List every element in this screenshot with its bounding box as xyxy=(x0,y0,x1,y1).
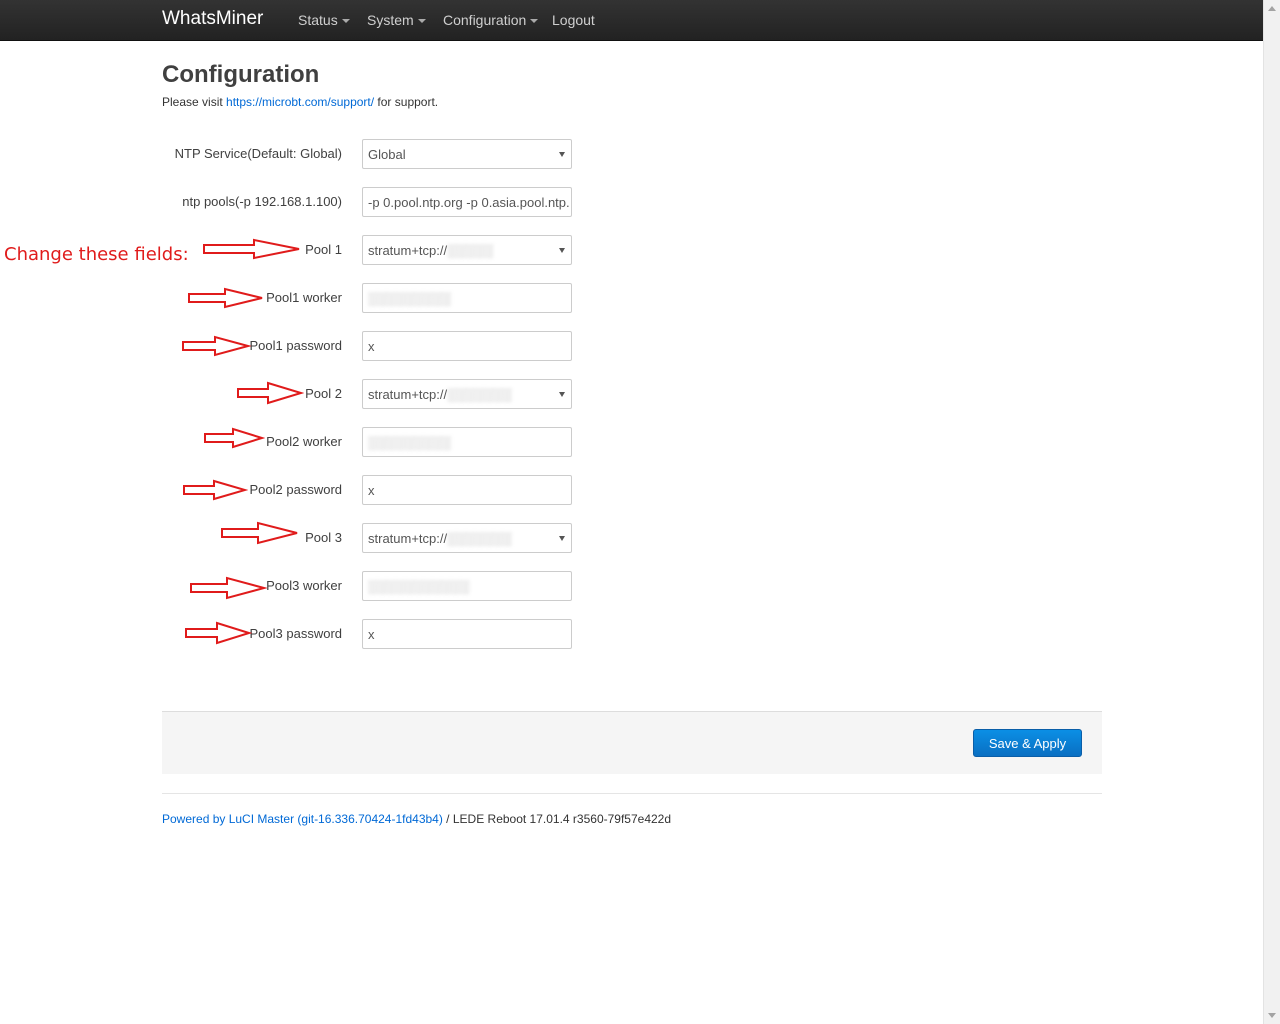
pool1-password-label: Pool1 password xyxy=(249,338,343,353)
pool1-worker-redacted: ░░░░░░░░░ xyxy=(368,291,451,306)
footer: Powered by LuCI Master (git-16.336.70424… xyxy=(162,812,671,826)
support-prefix: Please visit xyxy=(162,95,227,109)
pool1-password-input[interactable]: x xyxy=(362,331,572,361)
scroll-down-icon[interactable] xyxy=(1268,1013,1276,1018)
pool3-redacted: ░░░░░░░ xyxy=(447,531,512,546)
annotation-arrow-icon xyxy=(188,287,263,309)
page-scrollbar[interactable] xyxy=(1263,0,1280,1024)
pool2-redacted: ░░░░░░░ xyxy=(447,387,512,402)
save-apply-button[interactable]: Save & Apply xyxy=(973,729,1082,757)
pool2-worker-label: Pool2 worker xyxy=(266,434,342,449)
nav-configuration[interactable]: Configuration xyxy=(443,12,539,28)
support-suffix: for support. xyxy=(374,95,439,109)
pool1-select[interactable]: stratum+tcp://░░░░░ xyxy=(362,235,572,265)
pool2-password-value: x xyxy=(368,483,375,498)
nav-logout[interactable]: Logout xyxy=(552,12,595,28)
pool3-password-label: Pool3 password xyxy=(249,626,343,641)
pool2-label: Pool 2 xyxy=(305,386,342,401)
pool1-label: Pool 1 xyxy=(305,242,342,257)
annotation-arrow-icon xyxy=(185,621,252,645)
support-link[interactable]: https://microbt.com/support/ xyxy=(226,95,374,109)
top-navbar: WhatsMiner Status System Configuration L… xyxy=(0,0,1263,41)
form-actions-bar xyxy=(162,711,1102,774)
brand-logo[interactable]: WhatsMiner xyxy=(162,8,263,30)
pool3-password-input[interactable]: x xyxy=(362,619,572,649)
dropdown-arrow-icon xyxy=(559,248,565,253)
pool3-worker-label: Pool3 worker xyxy=(266,578,342,593)
pool3-password-value: x xyxy=(368,627,375,642)
ntp-service-value: Global xyxy=(368,147,406,162)
pool3-worker-input[interactable]: ░░░░░░░░░░░ xyxy=(362,571,572,601)
pool1-worker-label: Pool1 worker xyxy=(266,290,342,305)
annotation-arrow-icon xyxy=(190,576,267,600)
annotation-arrow-icon xyxy=(237,381,304,405)
pool2-password-label: Pool2 password xyxy=(249,482,343,497)
annotation-arrow-icon xyxy=(203,238,300,260)
annotation-arrow-icon xyxy=(204,427,265,449)
dropdown-arrow-icon xyxy=(559,152,565,157)
pool1-worker-input[interactable]: ░░░░░░░░░ xyxy=(362,283,572,313)
dropdown-arrow-icon xyxy=(559,536,565,541)
pool3-select[interactable]: stratum+tcp://░░░░░░░ xyxy=(362,523,572,553)
chevron-down-icon xyxy=(417,19,426,24)
pool2-password-input[interactable]: x xyxy=(362,475,572,505)
scroll-up-icon[interactable] xyxy=(1268,6,1276,11)
ntp-pools-label: ntp pools(-p 192.168.1.100) xyxy=(182,194,342,209)
nav-status-label: Status xyxy=(298,12,338,28)
annotation-text: Change these fields: xyxy=(4,244,189,265)
ntp-pools-value: -p 0.pool.ntp.org -p 0.asia.pool.ntp. xyxy=(368,195,570,210)
chevron-down-icon xyxy=(530,19,539,24)
nav-system-label: System xyxy=(367,12,414,28)
firmware-version: / LEDE Reboot 17.01.4 r3560-79f57e422d xyxy=(442,812,672,826)
pool1-value: stratum+tcp:// xyxy=(368,243,448,258)
annotation-arrow-icon xyxy=(183,479,248,501)
chevron-down-icon xyxy=(341,19,350,24)
pool2-value: stratum+tcp:// xyxy=(368,387,448,402)
page-title: Configuration xyxy=(162,61,320,88)
support-text: Please visit https://microbt.com/support… xyxy=(162,95,438,109)
pool2-select[interactable]: stratum+tcp://░░░░░░░ xyxy=(362,379,572,409)
nav-configuration-label: Configuration xyxy=(443,12,527,28)
annotation-arrow-icon xyxy=(182,335,251,357)
pool1-redacted: ░░░░░ xyxy=(447,243,494,258)
pool3-label: Pool 3 xyxy=(305,530,342,545)
ntp-pools-input[interactable]: -p 0.pool.ntp.org -p 0.asia.pool.ntp. xyxy=(362,187,572,217)
pool2-worker-input[interactable]: ░░░░░░░░░ xyxy=(362,427,572,457)
pool3-worker-redacted: ░░░░░░░░░░░ xyxy=(368,579,470,594)
nav-system[interactable]: System xyxy=(367,12,426,28)
pool3-value: stratum+tcp:// xyxy=(368,531,448,546)
annotation-arrow-icon xyxy=(221,521,298,545)
ntp-service-label: NTP Service(Default: Global) xyxy=(174,146,342,161)
nav-status[interactable]: Status xyxy=(298,12,350,28)
luci-link[interactable]: Powered by LuCI Master (git-16.336.70424… xyxy=(162,812,443,826)
ntp-service-select[interactable]: Global xyxy=(362,139,572,169)
pool1-password-value: x xyxy=(368,339,375,354)
footer-divider xyxy=(162,793,1102,794)
pool2-worker-redacted: ░░░░░░░░░ xyxy=(368,435,451,450)
dropdown-arrow-icon xyxy=(559,392,565,397)
